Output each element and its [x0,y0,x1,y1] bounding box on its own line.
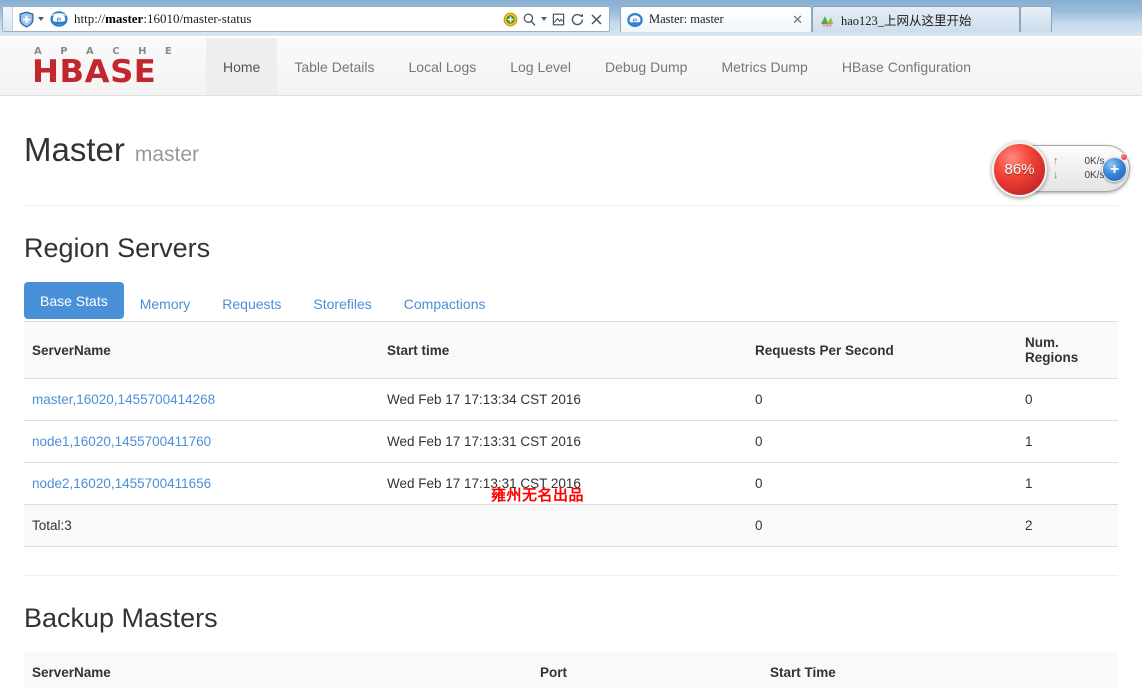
column-header-servername: ServerName [24,652,532,688]
cpu-usage-badge[interactable]: 86% [992,142,1047,197]
cell-total-num-regions: 2 [1017,504,1118,547]
column-header-start-time: Start time [379,322,747,379]
close-icon[interactable]: ✕ [792,13,803,26]
cell-total-requests-per-second: 0 [747,504,1017,547]
nav-item-table-details[interactable]: Table Details [277,38,391,96]
navbar: A P A C H E HBASE Home Table Details Loc… [0,38,1142,96]
server-link[interactable]: node2,16020,1455700411656 [32,476,211,491]
cell-servername: node1,16020,1455700411760 [24,420,379,463]
nav-item-metrics-dump[interactable]: Metrics Dump [704,38,824,96]
column-header-num-regions: Num. Regions [1017,322,1118,379]
backup-masters-section: Backup Masters ServerName Port Start Tim… [0,602,1142,688]
browser-tab-title: hao123_上网从这里开始 [841,14,972,28]
compatibility-view-icon[interactable] [551,12,566,27]
cell-servername: node2,16020,1455700411656 [24,462,379,505]
cell-servername: master,16020,1455700414268 [24,378,379,421]
page-title: Master master [24,130,1142,175]
cell-total-start-time [379,504,747,547]
region-servers-tabs: Base Stats Memory Requests Storefiles Co… [24,282,1118,322]
network-rates: ↑ 0K/s ↓ 0K/s [1053,156,1105,182]
url-text: http://master:16010/master-status [74,11,252,26]
region-servers-heading: Region Servers [24,233,211,263]
page-content: A P A C H E HBASE Home Table Details Loc… [0,38,1142,688]
backup-masters-table: ServerName Port Start Time Total:0 [24,652,1118,688]
server-link[interactable]: master,16020,1455700414268 [32,392,215,407]
table-row: master,16020,1455700414268 Wed Feb 17 17… [24,378,1118,421]
svg-text:e: e [633,16,638,25]
backup-masters-heading: Backup Masters [24,603,218,633]
hbase-logo-hbase-text: HBASE [32,54,157,90]
nav-item-local-logs[interactable]: Local Logs [392,38,494,96]
address-bar[interactable]: e http://master:16010/master-status [2,6,610,32]
upload-rate-value: 0K/s [1084,155,1105,167]
shield-plus-icon[interactable] [18,10,35,28]
tab-compactions[interactable]: Compactions [388,285,502,322]
refresh-icon[interactable] [570,12,585,27]
download-rate-value: 0K/s [1084,169,1105,181]
divider-1 [24,205,1118,206]
nav-item-hbase-configuration[interactable]: HBase Configuration [825,38,988,96]
notification-dot-icon [1120,153,1128,161]
page-title-text: Master [24,131,125,168]
search-dropdown-caret-icon[interactable] [541,17,547,21]
hbase-logo[interactable]: A P A C H E HBASE [32,46,182,88]
region-servers-section: Region Servers Base Stats Memory Request… [0,232,1142,547]
new-tab-button[interactable] [1020,6,1052,32]
nav-item-home[interactable]: Home [206,38,278,96]
column-header-servername: ServerName [24,322,379,379]
cell-start-time: Wed Feb 17 17:13:34 CST 2016 [379,378,747,421]
browser-tab-master[interactable]: e Master: master ✕ [620,6,812,32]
region-servers-table: ServerName Start time Requests Per Secon… [24,322,1118,547]
page-title-block: Master master [0,96,1142,175]
table-header-row: ServerName Port Start Time [24,652,1118,688]
search-icon[interactable] [522,12,537,27]
page-subtitle: master [134,143,200,166]
cell-requests-per-second: 0 [747,420,1017,463]
server-link[interactable]: node1,16020,1455700411760 [32,434,211,449]
nav-items: Home Table Details Local Logs Log Level … [206,38,988,96]
cell-num-regions: 0 [1017,378,1118,421]
table-header-row: ServerName Start time Requests Per Secon… [24,322,1118,379]
tab-storefiles[interactable]: Storefiles [297,285,387,322]
browser-tab-title: Master: master [649,12,724,26]
hao123-icon: hao [819,12,835,28]
svg-text:e: e [56,16,61,26]
arrow-up-icon: ↑ [1053,155,1059,167]
cell-num-regions: 1 [1017,462,1118,505]
network-monitor-widget[interactable]: 86% ↑ 0K/s ↓ 0K/s + [992,142,1130,197]
nav-item-log-level[interactable]: Log Level [493,38,588,96]
internet-explorer-icon: e [627,12,643,28]
address-bar-icons [503,12,604,27]
browser-chrome: e http://master:16010/master-status e Ma… [0,0,1142,38]
cell-start-time: Wed Feb 17 17:13:31 CST 2016 [379,420,747,463]
tab-base-stats[interactable]: Base Stats [24,282,124,319]
tab-requests[interactable]: Requests [206,285,297,322]
download-rate-row: ↓ 0K/s [1053,170,1105,182]
arrow-down-icon: ↓ [1053,169,1059,181]
watermark-text: 雍州无名出品 [491,486,585,504]
column-header-port: Port [532,652,762,688]
web-accelerator-icon[interactable] [503,12,518,27]
cell-num-regions: 1 [1017,420,1118,463]
address-bar-left-edge [3,7,13,31]
table-row: node1,16020,1455700411760 Wed Feb 17 17:… [24,420,1118,463]
upload-rate-row: ↑ 0K/s [1053,156,1105,168]
column-header-requests-per-second: Requests Per Second [747,322,1017,379]
svg-text:hao: hao [822,22,831,27]
browser-tab-hao123[interactable]: hao hao123_上网从这里开始 [812,6,1020,32]
tab-memory[interactable]: Memory [124,285,207,322]
divider-2 [24,575,1118,576]
shield-dropdown-caret-icon[interactable] [38,17,44,21]
cell-requests-per-second: 0 [747,378,1017,421]
cell-total-label: Total:3 [24,504,379,547]
cell-requests-per-second: 0 [747,462,1017,505]
table-total-row: Total:3 0 2 [24,504,1118,547]
column-header-start-time: Start Time [762,652,1118,688]
stop-icon[interactable] [589,12,604,27]
nav-item-debug-dump[interactable]: Debug Dump [588,38,705,96]
internet-explorer-icon: e [50,10,68,28]
